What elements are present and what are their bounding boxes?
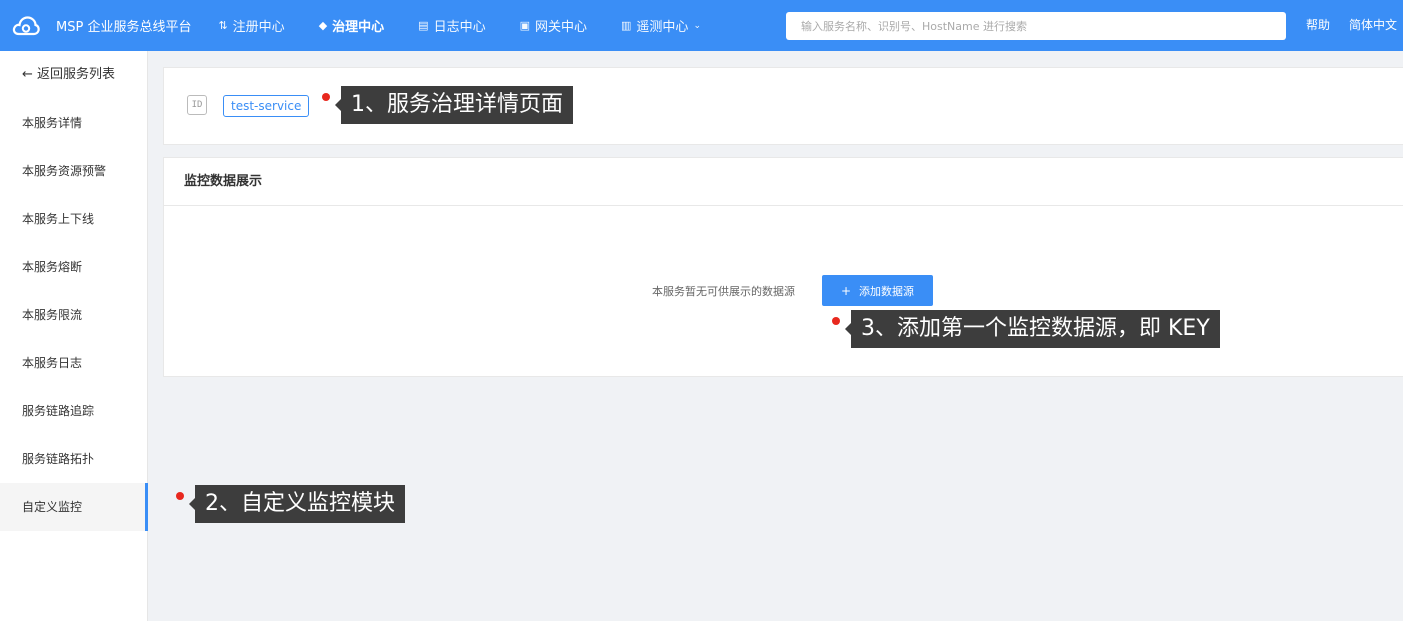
sidebar-item-custom-monitor[interactable]: 自定义监控 xyxy=(0,483,148,531)
sidebar-item-online-offline[interactable]: 本服务上下线 xyxy=(0,195,147,243)
annotation-dot xyxy=(832,317,840,325)
annotation-callout-1: 1、服务治理详情页面 xyxy=(335,86,573,124)
annotation-dot xyxy=(176,492,184,500)
help-link[interactable]: 帮助 xyxy=(1306,0,1330,51)
nav-telemetry-center[interactable]: ▥ 遥测中心 ⌄ xyxy=(604,0,718,51)
layers-icon: ◆ xyxy=(318,19,328,32)
nav-label: 日志中心 xyxy=(433,20,486,35)
sidebar-item-rate-limit[interactable]: 本服务限流 xyxy=(0,291,147,339)
annotation-callout-2: 2、自定义监控模块 xyxy=(189,485,405,523)
chevron-down-icon: ⌄ xyxy=(693,20,701,31)
nav-label: 治理中心 xyxy=(332,20,385,35)
sidebar: ← 返回服务列表 本服务详情 本服务资源预警 本服务上下线 本服务熔断 本服务限… xyxy=(0,51,148,621)
main-nav: ⇅ 注册中心 ◆ 治理中心 ▤ 日志中心 ▣ 网关中心 ▥ 遥测中心 ⌄ xyxy=(201,0,718,51)
nav-register-center[interactable]: ⇅ 注册中心 xyxy=(201,0,301,51)
monitor-card-title: 监控数据展示 xyxy=(164,158,1403,206)
top-navigation-bar: MSP 企业服务总线平台 ⇅ 注册中心 ◆ 治理中心 ▤ 日志中心 ▣ 网关中心… xyxy=(0,0,1403,51)
empty-state-text: 本服务暂无可供展示的数据源 xyxy=(652,285,795,298)
annotation-callout-3: 3、添加第一个监控数据源，即 KEY xyxy=(845,310,1220,348)
nav-gateway-center[interactable]: ▣ 网关中心 xyxy=(503,0,604,51)
nav-governance-center[interactable]: ◆ 治理中心 xyxy=(302,0,401,51)
register-icon: ⇅ xyxy=(218,19,228,32)
plus-icon: + xyxy=(840,283,852,298)
cloud-logo-icon[interactable] xyxy=(12,12,40,40)
nav-log-center[interactable]: ▤ 日志中心 xyxy=(401,0,502,51)
nav-label: 注册中心 xyxy=(232,20,285,35)
add-datasource-button[interactable]: + 添加数据源 xyxy=(822,275,933,306)
nav-label: 遥测中心 xyxy=(636,20,689,35)
search-input[interactable] xyxy=(786,12,1286,40)
service-name-tag: test-service xyxy=(223,95,310,117)
log-icon: ▤ xyxy=(418,19,429,32)
language-switch[interactable]: 简体中文 xyxy=(1349,0,1397,51)
sidebar-item-service-log[interactable]: 本服务日志 xyxy=(0,339,147,387)
sidebar-item-trace[interactable]: 服务链路追踪 xyxy=(0,387,147,435)
gateway-icon: ▣ xyxy=(519,19,530,32)
brand-title: MSP 企业服务总线平台 xyxy=(56,20,192,35)
sidebar-item-circuit-breaker[interactable]: 本服务熔断 xyxy=(0,243,147,291)
nav-label: 网关中心 xyxy=(535,20,588,35)
chart-icon: ▥ xyxy=(621,19,632,32)
back-to-service-list-link[interactable]: ← 返回服务列表 xyxy=(0,51,147,99)
add-datasource-label: 添加数据源 xyxy=(859,284,915,298)
sidebar-item-topology[interactable]: 服务链路拓扑 xyxy=(0,435,147,483)
id-icon: ID xyxy=(187,95,207,115)
annotation-dot xyxy=(322,93,330,101)
sidebar-item-service-detail[interactable]: 本服务详情 xyxy=(0,99,147,147)
sidebar-item-resource-alert[interactable]: 本服务资源预警 xyxy=(0,147,147,195)
